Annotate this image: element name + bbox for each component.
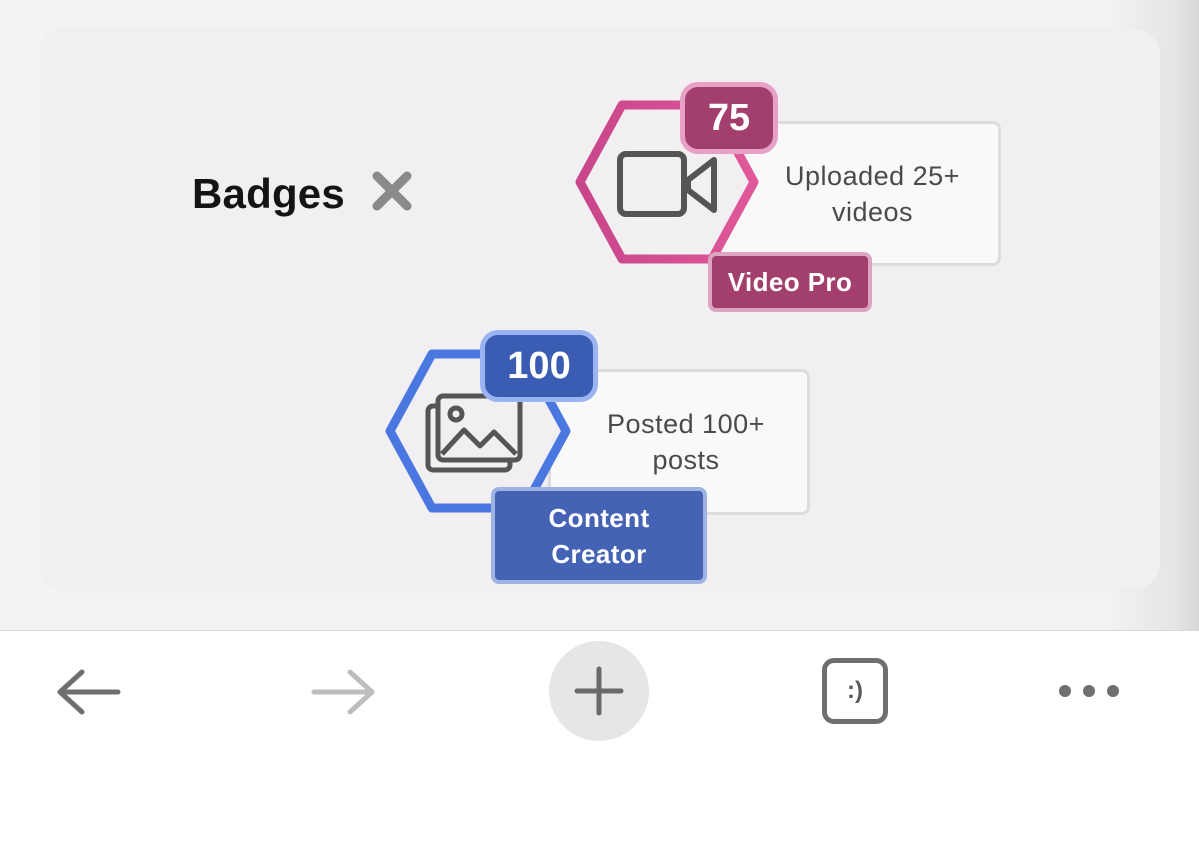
badge-name-label: Video Pro — [727, 267, 853, 297]
badge-name: Content Creator — [491, 487, 707, 584]
back-icon[interactable] — [52, 667, 124, 717]
badge-description-line: posts — [652, 445, 720, 475]
tab-switcher-label: :) — [847, 677, 863, 704]
section-title: Badges — [192, 170, 345, 217]
badge-description-line: Uploaded 25+ — [785, 160, 960, 191]
badge-name-label: Content — [548, 502, 650, 533]
forward-icon[interactable] — [308, 667, 380, 717]
close-icon[interactable] — [369, 168, 415, 214]
badge-count: 75 — [680, 82, 778, 154]
badge-count-value: 100 — [507, 344, 571, 387]
video-camera-icon — [617, 151, 717, 217]
badge-count: 100 — [480, 330, 598, 402]
badge-description-line: videos — [831, 196, 914, 227]
plus-icon — [574, 666, 624, 716]
bottom-toolbar: :) — [0, 630, 1199, 847]
badge-name-label: Creator — [551, 538, 647, 569]
tab-switcher-button[interactable]: :) — [822, 658, 888, 724]
badge-name: Video Pro — [708, 252, 872, 312]
page-content: Badges Uploaded 25+ videos 75 Video Pro … — [0, 0, 1199, 630]
badge-description-line: Posted 100+ — [607, 409, 765, 439]
badge-count-value: 75 — [707, 96, 751, 139]
new-tab-button[interactable] — [549, 641, 649, 741]
image-gallery-icon — [425, 393, 523, 473]
more-menu-icon[interactable] — [1054, 677, 1124, 705]
